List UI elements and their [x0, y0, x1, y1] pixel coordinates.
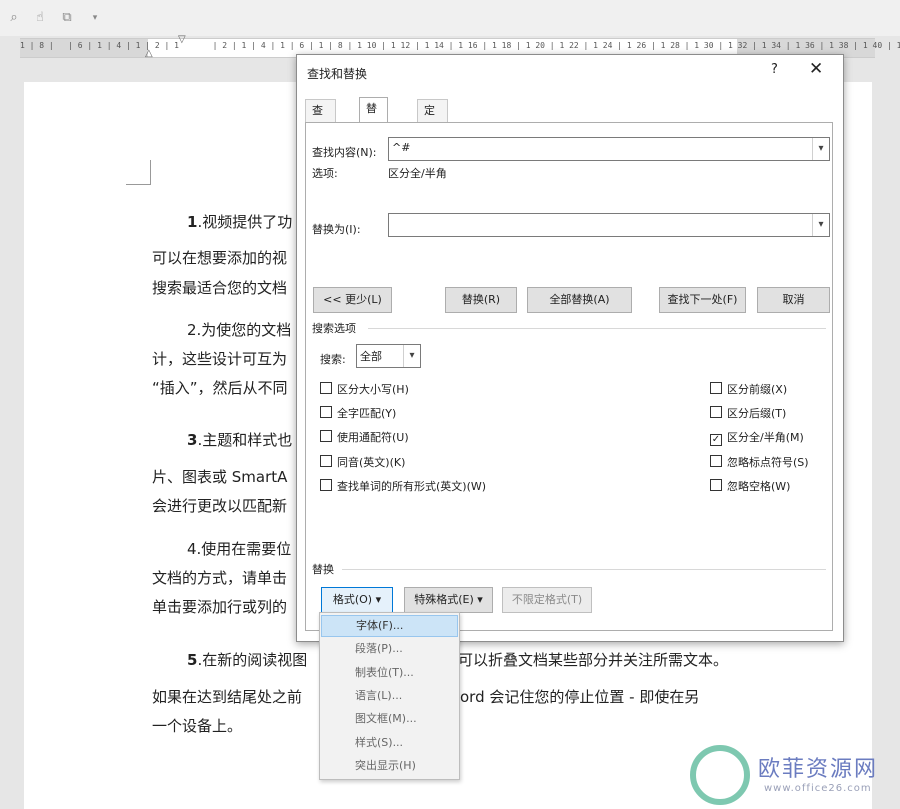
checkmark-icon[interactable]: ✓ — [710, 434, 722, 446]
paragraph-1-line-1: 1.视频提供了功 — [187, 213, 293, 231]
checkbox-match-prefix[interactable]: 区分前缀(X) — [710, 381, 787, 397]
watermark-logo-icon — [690, 745, 750, 805]
checkbox-wildcards[interactable]: 使用通配符(U) — [320, 429, 409, 445]
menu-item-paragraph[interactable]: 段落(P)... — [321, 638, 458, 660]
search-direction-select[interactable]: 全部 ▾ — [356, 344, 421, 368]
paragraph-5-line-1: 5.在新的阅读视图 — [187, 651, 308, 669]
paragraph-1-line-2: 可以在想要添加的视 — [152, 249, 288, 267]
tab-replace[interactable]: 替换(P) — [359, 97, 389, 159]
dialog-title: 查找和替换 — [307, 67, 368, 81]
paragraph-3-line-1: 3.主题和样式也 — [187, 431, 293, 449]
tab-find[interactable]: 查找(D) — [305, 99, 337, 161]
paragraph-1-line-3: 搜索最适合您的文档 — [152, 279, 288, 297]
options-label: 选项: — [312, 167, 338, 180]
paragraph-2-line-2: 计，这些设计可互为 — [152, 350, 288, 368]
no-formatting-button[interactable]: 不限定格式(T) — [502, 587, 592, 613]
quick-access-toolbar: ⌕ ☝ ⧉ ▾ — [0, 0, 900, 36]
print-preview-icon[interactable]: ⌕ — [6, 10, 22, 26]
replace-all-button[interactable]: 全部替换(A) — [527, 287, 632, 313]
search-direction-value: 全部 — [360, 350, 382, 363]
menu-item-language[interactable]: 语言(L)... — [321, 685, 458, 707]
paragraph-2-line-3: “插入”，然后从不同 — [152, 379, 288, 397]
find-dropdown-chevron-icon[interactable]: ▾ — [812, 138, 829, 160]
touch-mode-icon[interactable]: ☝ — [32, 10, 48, 26]
watermark-name: 欧菲资源网 — [758, 757, 879, 782]
replace-input[interactable]: ▾ — [388, 213, 830, 237]
checkbox-box[interactable] — [320, 455, 332, 467]
replace-dropdown-chevron-icon[interactable]: ▾ — [812, 214, 829, 236]
format-dropdown-button[interactable]: 格式(O) ▾ — [321, 587, 393, 613]
checkbox-box[interactable] — [710, 406, 722, 418]
menu-item-highlight[interactable]: 突出显示(H) — [321, 755, 458, 777]
format-menu: 字体(F)... 段落(P)... 制表位(T)... 语言(L)... 图文框… — [319, 612, 460, 780]
find-replace-dialog: 查找和替换 ? ✕ 查找(D) 定位(G) 替换(P) 查找内容(N): ^# … — [296, 54, 844, 642]
search-options-title: 搜索选项 — [312, 322, 356, 335]
checkbox-sounds-like[interactable]: 同音(英文)(K) — [320, 454, 405, 470]
checkbox-ignore-punctuation[interactable]: 忽略标点符号(S) — [710, 454, 809, 470]
find-input[interactable]: ^# ▾ — [388, 137, 830, 161]
checkbox-box[interactable] — [320, 382, 332, 394]
replace-button[interactable]: 替换(R) — [445, 287, 517, 313]
checkbox-box[interactable] — [320, 479, 332, 491]
hanging-indent-marker[interactable]: △ — [145, 48, 153, 59]
find-next-button[interactable]: 查找下一处(F) — [659, 287, 746, 313]
replace-section-title: 替换 — [312, 563, 334, 576]
replace-panel: 查找内容(N): ^# ▾ 选项: 区分全/半角 替换为(I): ▾ << 更少… — [305, 122, 833, 631]
screen-icon[interactable]: ⧉ — [59, 10, 75, 26]
checkbox-whole-word[interactable]: 全字匹配(Y) — [320, 405, 396, 421]
find-value: ^# — [392, 141, 411, 154]
search-options-divider — [368, 328, 826, 329]
checkbox-width-sensitive[interactable]: ✓ 区分全/半角(M) — [710, 429, 804, 446]
watermark-url: www.office26.com — [764, 783, 872, 794]
margin-corner-mark — [126, 160, 151, 185]
replace-label: 替换为(I): — [312, 223, 361, 236]
checkbox-all-word-forms[interactable]: 查找单词的所有形式(英文)(W) — [320, 478, 486, 494]
menu-item-frame[interactable]: 图文框(M)... — [321, 708, 458, 730]
checkbox-box[interactable] — [320, 430, 332, 442]
paragraph-4-line-1: 4.使用在需要位 — [187, 540, 292, 558]
paragraph-5-line-1-tail: 可以折叠文档某些部分并关注所需文本。 — [458, 651, 729, 669]
checkbox-box[interactable] — [320, 406, 332, 418]
checkbox-match-case[interactable]: 区分大小写(H) — [320, 381, 409, 397]
checkbox-box[interactable] — [710, 382, 722, 394]
paragraph-4-line-2: 文档的方式，请单击 — [152, 569, 288, 587]
menu-item-tabs[interactable]: 制表位(T)... — [321, 662, 458, 684]
tab-goto[interactable]: 定位(G) — [417, 99, 449, 161]
paragraph-5-line-3: 一个设备上。 — [152, 717, 243, 735]
menu-item-style[interactable]: 样式(S)... — [321, 732, 458, 754]
checkbox-box[interactable] — [710, 455, 722, 467]
close-icon[interactable]: ✕ — [809, 59, 823, 79]
checkbox-match-suffix[interactable]: 区分后缀(T) — [710, 405, 786, 421]
paragraph-3-line-2: 片、图表或 SmartA — [152, 468, 288, 486]
customize-dropdown-icon[interactable]: ▾ — [87, 10, 103, 26]
paragraph-5-line-2b: ord 会记住您的停止位置 - 即使在另 — [460, 688, 700, 706]
checkbox-ignore-whitespace[interactable]: 忽略空格(W) — [710, 478, 790, 494]
special-format-dropdown-button[interactable]: 特殊格式(E) ▾ — [404, 587, 493, 613]
help-button[interactable]: ? — [771, 62, 778, 77]
search-label: 搜索: — [320, 353, 346, 366]
find-label: 查找内容(N): — [312, 146, 377, 159]
paragraph-3-line-3: 会进行更改以匹配新 — [152, 497, 288, 515]
paragraph-5-line-2a: 如果在达到结尾处之前 — [152, 688, 303, 706]
paragraph-2-line-1: 2.为使您的文档 — [187, 321, 292, 339]
cancel-button[interactable]: 取消 — [757, 287, 830, 313]
replace-section-divider — [342, 569, 826, 570]
first-line-indent-marker[interactable]: ▽ — [178, 34, 186, 45]
menu-item-font[interactable]: 字体(F)... — [321, 615, 458, 637]
search-direction-chevron-icon[interactable]: ▾ — [403, 345, 420, 367]
paragraph-4-line-3: 单击要添加行或列的 — [152, 598, 288, 616]
options-value: 区分全/半角 — [388, 167, 447, 180]
less-button[interactable]: << 更少(L) — [313, 287, 392, 313]
checkbox-box[interactable] — [710, 479, 722, 491]
